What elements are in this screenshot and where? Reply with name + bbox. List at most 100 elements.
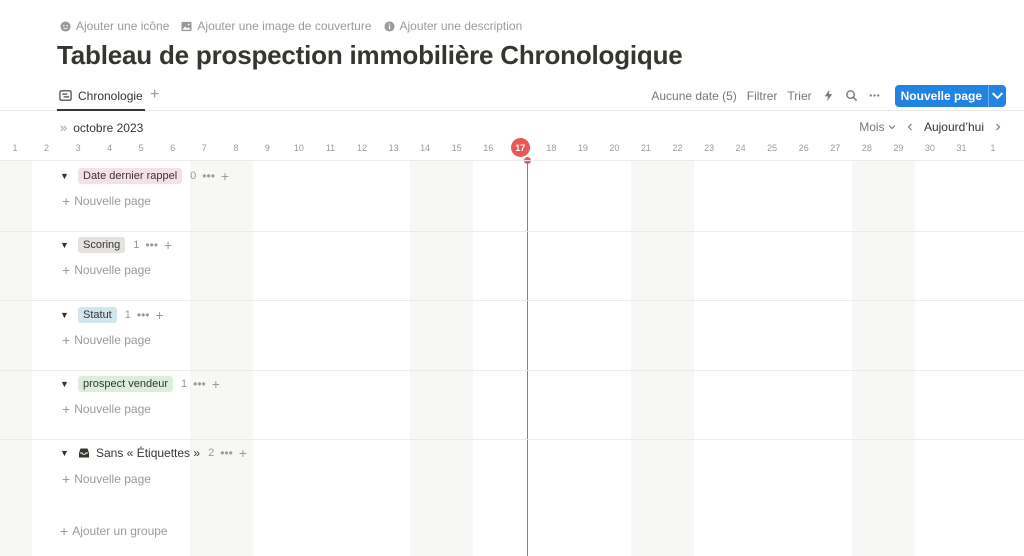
group-label: Sans « Étiquettes »	[96, 446, 201, 460]
new-page-in-group[interactable]: + Nouvelle page	[62, 472, 151, 486]
timeline: » octobre 2023 Mois Aujourd’hui 12345678…	[0, 112, 1024, 556]
info-icon	[383, 20, 395, 32]
add-icon[interactable]: +	[164, 238, 172, 252]
toggle-icon[interactable]: ▼	[60, 171, 72, 181]
day-label: 20	[609, 143, 620, 153]
expand-sidebar-icon[interactable]: »	[60, 120, 67, 135]
more-icon[interactable]: •••	[145, 238, 158, 252]
toggle-icon[interactable]: ▼	[60, 240, 72, 250]
new-page-button[interactable]: Nouvelle page	[894, 84, 1006, 107]
day-label: 5	[138, 143, 144, 153]
toggle-icon[interactable]: ▼	[60, 379, 72, 389]
day-label: 1	[12, 143, 18, 153]
add-description-action[interactable]: Ajouter une description	[383, 19, 523, 33]
group-count: 0	[190, 170, 197, 182]
month-label: » octobre 2023	[60, 120, 143, 135]
plus-icon: +	[62, 262, 71, 278]
plus-icon: +	[62, 401, 71, 417]
filter-button[interactable]: Filtrer	[747, 89, 778, 103]
more-icon[interactable]: •••	[193, 377, 206, 391]
toggle-icon[interactable]: ▼	[60, 448, 72, 458]
new-page-in-group[interactable]: + Nouvelle page	[62, 263, 151, 277]
day-label: 3	[75, 143, 81, 153]
more-icon[interactable]: •••	[137, 308, 150, 322]
day-label: 24	[735, 143, 746, 153]
day-label: 26	[798, 143, 809, 153]
timeline-controls: Mois Aujourd’hui	[859, 120, 1002, 134]
day-labels: 1 2 3 4 5 6 7 8 9 10 11 12 13 14 15 16 17 18 19 20 21 22 23 24 2…	[0, 138, 1024, 160]
plus-icon: +	[62, 471, 71, 487]
toggle-icon[interactable]: ▼	[60, 310, 72, 320]
new-page-text: Nouvelle page	[74, 194, 151, 208]
plus-icon: +	[62, 332, 71, 348]
more-icon[interactable]: •••	[202, 169, 215, 183]
more-icon	[869, 94, 879, 97]
group-header: ▼ Date dernier rappel 0 ••• +	[60, 168, 229, 184]
new-page-label: Nouvelle page	[900, 88, 982, 103]
add-icon-action[interactable]: Ajouter une icône	[60, 19, 169, 33]
day-label: 15	[451, 143, 462, 153]
add-description-label: Ajouter une description	[399, 19, 523, 33]
tab-label: Chronologie	[78, 88, 143, 103]
weekend-column	[190, 160, 253, 556]
add-cover-action[interactable]: Ajouter une image de couverture	[181, 19, 372, 33]
search-button[interactable]	[845, 89, 858, 102]
day-label: 12	[357, 143, 368, 153]
day-label: 18	[546, 143, 557, 153]
month-text: octobre 2023	[73, 120, 144, 135]
day-label: 2	[44, 143, 50, 153]
new-page-in-group[interactable]: + Nouvelle page	[62, 194, 151, 208]
new-page-dropdown[interactable]	[988, 84, 1006, 107]
chevron-left-icon	[907, 123, 912, 131]
no-date-button[interactable]: Aucune date (5)	[651, 89, 736, 103]
group-header: ▼ Scoring 1 ••• +	[60, 237, 172, 253]
today-button[interactable]: Aujourd’hui	[924, 120, 984, 134]
day-label: 8	[233, 143, 239, 153]
automation-button[interactable]	[822, 89, 835, 102]
add-icon[interactable]: +	[221, 169, 229, 183]
day-label: 16	[483, 143, 494, 153]
new-page-in-group[interactable]: + Nouvelle page	[62, 333, 151, 347]
day-label: 29	[893, 143, 904, 153]
add-view-button[interactable]: +	[150, 86, 159, 104]
toolbar: Aucune date (5) Filtrer Trier Nouvelle p…	[651, 82, 1006, 109]
row-divider	[0, 370, 1024, 371]
previous-button[interactable]	[906, 120, 914, 134]
scale-label: Mois	[859, 120, 885, 134]
group-header: ▼ prospect vendeur 1 ••• +	[60, 376, 220, 392]
tab-chronologie[interactable]: Chronologie	[57, 82, 145, 111]
add-icon[interactable]: +	[212, 377, 220, 391]
add-icon[interactable]: +	[155, 308, 163, 322]
image-icon	[181, 21, 192, 31]
add-group-button[interactable]: + Ajouter un groupe	[60, 524, 168, 538]
left-shaded-column	[0, 160, 32, 556]
add-icon-label: Ajouter une icône	[76, 19, 170, 33]
page-meta-actions: Ajouter une icône Ajouter une image de c…	[60, 19, 522, 33]
day-label: 22	[672, 143, 683, 153]
page-title[interactable]: Tableau de prospection immobilière Chron…	[57, 40, 683, 71]
new-page-in-group[interactable]: + Nouvelle page	[62, 402, 151, 416]
view-bar: Chronologie + Aucune date (5) Filtrer Tr…	[0, 82, 1024, 111]
day-label: 6	[170, 143, 176, 153]
more-options-button[interactable]	[868, 89, 881, 102]
plus-icon: +	[62, 193, 71, 209]
new-page-text: Nouvelle page	[74, 333, 151, 347]
add-icon[interactable]: +	[239, 446, 247, 460]
lightning-icon	[824, 89, 832, 102]
sort-button[interactable]: Trier	[787, 89, 811, 103]
add-group-label: Ajouter un groupe	[72, 524, 168, 538]
day-label: 7	[201, 143, 207, 153]
next-button[interactable]	[994, 120, 1002, 134]
day-label: 30	[924, 143, 935, 153]
inbox-icon	[79, 448, 89, 458]
weekend-column	[410, 160, 473, 556]
smiley-icon	[60, 20, 71, 32]
group-tag: Date dernier rappel	[78, 168, 183, 184]
scale-select[interactable]: Mois	[859, 120, 896, 134]
weekend-column	[631, 160, 694, 556]
group-tag: Scoring	[78, 237, 126, 253]
day-label: 28	[861, 143, 872, 153]
group-count: 2	[208, 447, 215, 459]
chevron-right-icon	[996, 123, 1001, 131]
more-icon[interactable]: •••	[220, 446, 233, 460]
